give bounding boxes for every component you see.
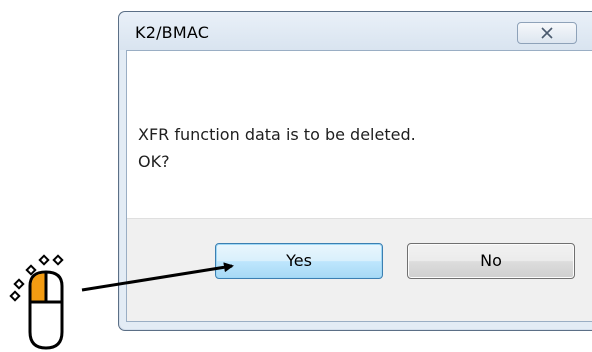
button-bar: Yes No	[127, 218, 592, 321]
message-dialog: K2/BMAC XFR function data is to be delet…	[118, 11, 592, 331]
message-line: OK?	[138, 152, 170, 171]
dialog-body: XFR function data is to be deleted. OK? …	[126, 50, 592, 322]
no-button[interactable]: No	[407, 243, 575, 279]
close-icon	[541, 27, 553, 39]
yes-button[interactable]: Yes	[215, 243, 383, 279]
message-line: XFR function data is to be deleted.	[138, 125, 416, 144]
screen: K2/BMAC XFR function data is to be delet…	[0, 0, 592, 352]
dialog-title: K2/BMAC	[135, 23, 210, 42]
title-bar[interactable]: K2/BMAC	[119, 12, 592, 50]
dialog-message: XFR function data is to be deleted. OK?	[138, 121, 558, 175]
mouse-left-click-icon	[9, 254, 64, 350]
close-button[interactable]	[517, 22, 577, 44]
